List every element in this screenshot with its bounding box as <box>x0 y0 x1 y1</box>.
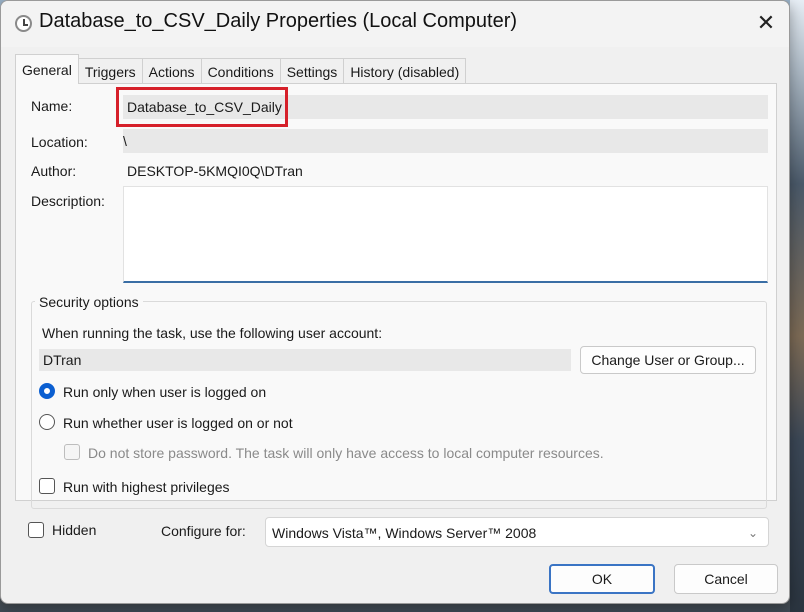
ok-button[interactable]: OK <box>549 564 655 594</box>
tab-triggers[interactable]: Triggers <box>77 58 143 84</box>
configure-for-select[interactable]: Windows Vista™, Windows Server™ 2008 ⌄ <box>265 517 769 547</box>
description-label: Description: <box>31 193 105 209</box>
title-bar: Database_to_CSV_Daily Properties (Local … <box>1 1 789 47</box>
highlight-box <box>116 87 288 127</box>
do-not-store-password-label: Do not store password. The task will onl… <box>88 445 604 461</box>
author-value: DESKTOP-5KMQI0Q\DTran <box>127 163 303 179</box>
configure-for-label: Configure for: <box>161 523 246 539</box>
tab-settings[interactable]: Settings <box>279 58 345 84</box>
radio-run-whether-label: Run whether user is logged on or not <box>63 415 293 431</box>
clock-icon <box>15 15 32 32</box>
close-button[interactable]: ✕ <box>743 1 789 45</box>
highest-privileges-checkbox[interactable] <box>39 478 55 494</box>
configure-for-value: Windows Vista™, Windows Server™ 2008 <box>272 525 537 541</box>
location-field <box>123 129 768 153</box>
user-account-value: DTran <box>43 352 82 368</box>
highest-privileges-label: Run with highest privileges <box>63 479 230 495</box>
window-title: Database_to_CSV_Daily Properties (Local … <box>39 10 518 32</box>
hidden-checkbox[interactable] <box>28 522 44 538</box>
account-prompt: When running the task, use the following… <box>42 325 383 341</box>
cancel-button[interactable]: Cancel <box>674 564 778 594</box>
radio-run-logged-on[interactable] <box>39 383 55 399</box>
desktop-background <box>790 0 804 612</box>
hidden-label: Hidden <box>52 522 97 538</box>
location-label: Location: <box>31 134 88 150</box>
location-value: \ <box>123 133 127 149</box>
description-textarea[interactable] <box>123 186 768 283</box>
tab-conditions[interactable]: Conditions <box>200 58 281 84</box>
chevron-down-icon: ⌄ <box>747 526 758 540</box>
user-account-field <box>39 349 571 371</box>
tab-general[interactable]: General <box>15 54 79 84</box>
tab-history[interactable]: History (disabled) <box>343 58 467 84</box>
change-user-button[interactable]: Change User or Group... <box>580 346 756 374</box>
tab-strip: General Triggers Actions Conditions Sett… <box>15 54 467 84</box>
author-label: Author: <box>31 163 77 179</box>
security-options-title: Security options <box>35 294 143 310</box>
do-not-store-password-checkbox[interactable] <box>64 444 80 460</box>
properties-dialog: Database_to_CSV_Daily Properties (Local … <box>0 0 790 604</box>
radio-run-logged-on-label: Run only when user is logged on <box>63 384 267 400</box>
tab-actions[interactable]: Actions <box>141 58 202 84</box>
radio-run-whether-logged-on[interactable] <box>39 414 55 430</box>
name-label: Name: <box>31 98 73 114</box>
